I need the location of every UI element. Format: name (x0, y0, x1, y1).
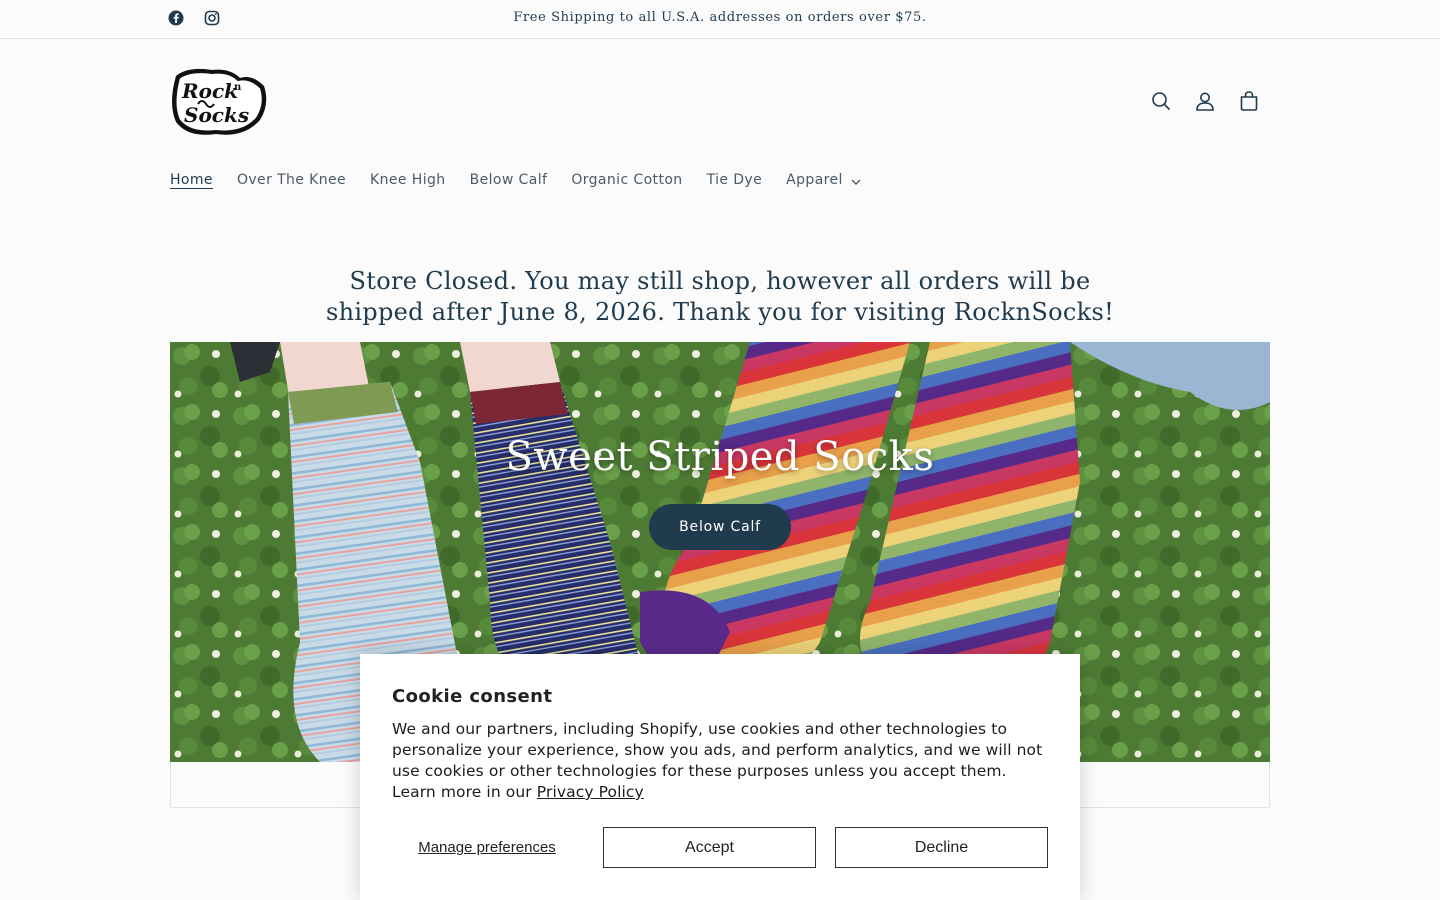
store-logo[interactable]: Rock n Socks (168, 64, 272, 140)
privacy-policy-link[interactable]: Privacy Policy (537, 783, 644, 801)
main-nav: Home Over The Knee Knee High Below Calf … (170, 170, 861, 189)
account-icon[interactable] (1194, 89, 1216, 113)
announcement-bar: Free Shipping to all U.S.A. addresses on… (0, 0, 1440, 39)
nav-item-apparel[interactable]: Apparel (786, 170, 861, 189)
notice-line-1: Store Closed. You may still shop, howeve… (349, 267, 1091, 295)
chevron-down-icon (851, 170, 861, 189)
nav-item-tie-dye[interactable]: Tie Dye (707, 172, 763, 188)
svg-text:n: n (234, 82, 242, 93)
nav-item-organic-cotton[interactable]: Organic Cotton (571, 172, 682, 188)
cookie-actions: Manage preferences Accept Decline (392, 827, 1048, 868)
cart-icon[interactable] (1238, 89, 1260, 113)
announcement-text: Free Shipping to all U.S.A. addresses on… (513, 10, 927, 25)
hero-below-calf-button[interactable]: Below Calf (649, 504, 791, 550)
header-icons (1150, 89, 1260, 113)
nav-item-apparel-label[interactable]: Apparel (786, 172, 843, 188)
cookie-body-text: We and our partners, including Shopify, … (392, 720, 1043, 801)
manage-preferences-button[interactable]: Manage preferences (392, 827, 582, 868)
cookie-body: We and our partners, including Shopify, … (392, 719, 1048, 803)
accept-button[interactable]: Accept (603, 827, 816, 868)
nav-item-below-calf[interactable]: Below Calf (470, 172, 548, 188)
cookie-consent-dialog: Cookie consent We and our partners, incl… (360, 654, 1080, 900)
cookie-title: Cookie consent (392, 686, 553, 707)
nav-item-over-the-knee[interactable]: Over The Knee (237, 172, 346, 188)
search-icon[interactable] (1150, 89, 1172, 113)
svg-text:Rock: Rock (181, 79, 238, 103)
nav-item-knee-high[interactable]: Knee High (370, 172, 446, 188)
hero-title: Sweet Striped Socks (505, 434, 935, 480)
decline-button[interactable]: Decline (835, 827, 1048, 868)
notice-line-2: shipped after June 8, 2026. Thank you fo… (325, 298, 1115, 326)
store-closed-notice: Store Closed. You may still shop, howeve… (300, 266, 1140, 328)
svg-text:Socks: Socks (184, 103, 249, 127)
nav-item-home[interactable]: Home (170, 172, 213, 188)
